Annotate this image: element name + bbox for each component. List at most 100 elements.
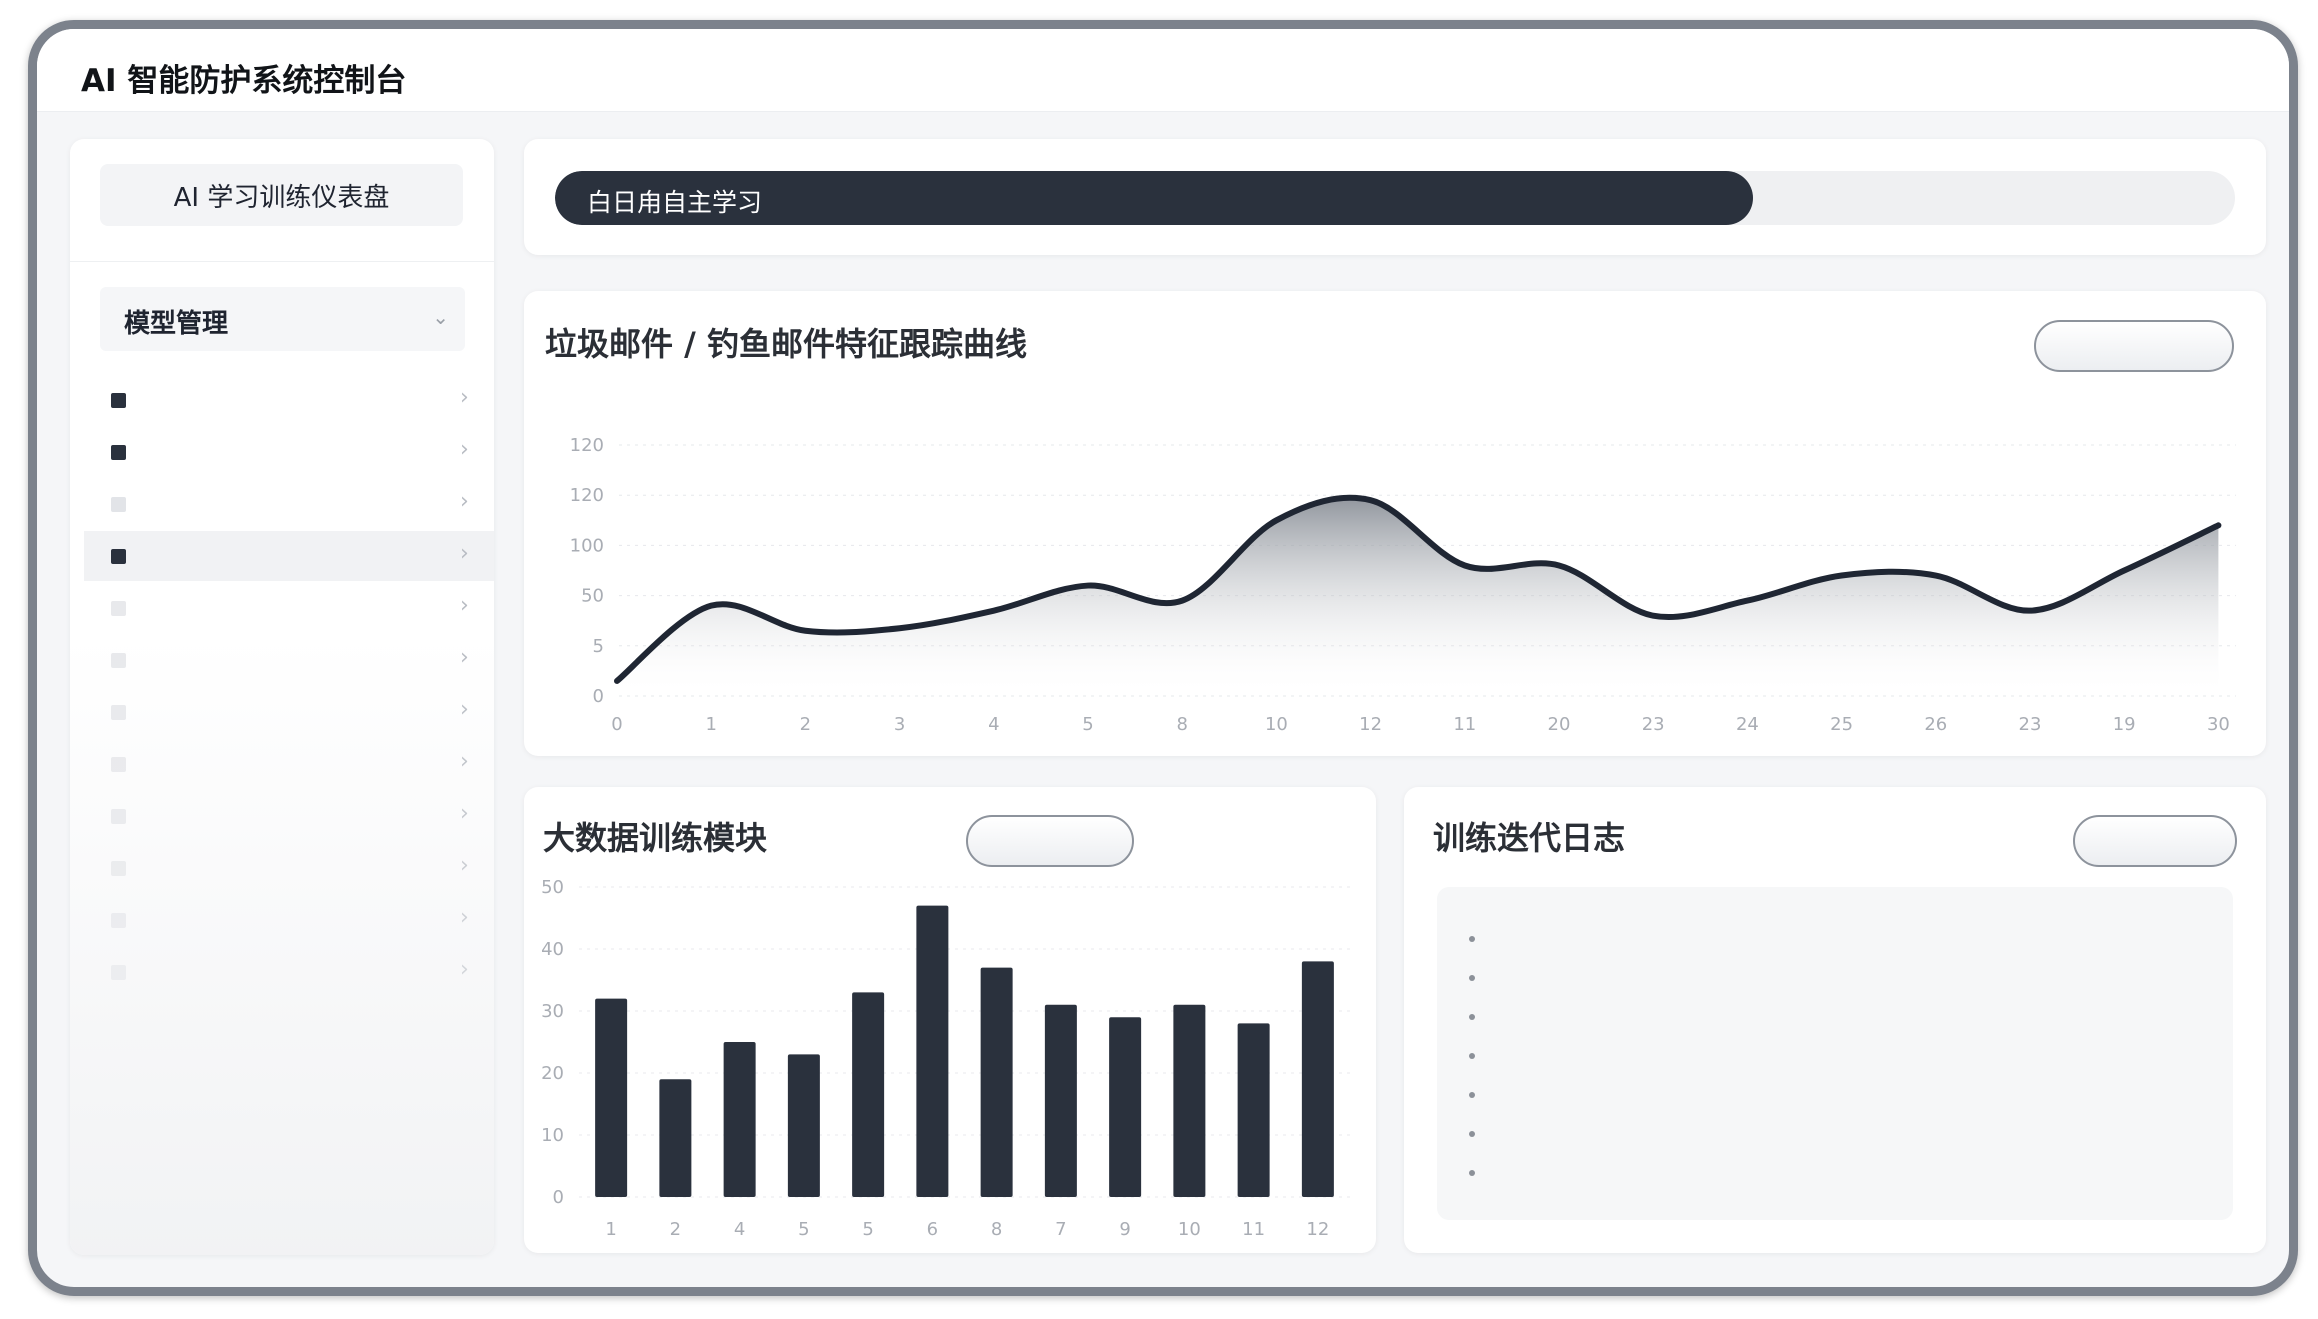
x-tick-label: 25 (1830, 714, 1853, 735)
bar (916, 905, 949, 1197)
bar-chart: 010203040501 2 4 5 5 6 8 7 9 10 11 12 (541, 877, 1350, 1240)
sidebar-nav-item[interactable]: › (84, 635, 494, 685)
log-entry-bullet (1469, 975, 1475, 981)
sidebar-nav-item[interactable]: › (84, 947, 494, 997)
sidebar-nav-item[interactable]: › (84, 687, 494, 737)
x-tick-label: 11 (1453, 714, 1476, 735)
chevron-right-icon: › (460, 957, 469, 982)
sidebar-nav-item[interactable]: › (84, 843, 494, 893)
log-entry-bullet (1469, 936, 1475, 942)
x-tick-label: 5 (798, 1219, 809, 1240)
y-tick-label: 50 (541, 877, 564, 898)
log-action-button[interactable] (2073, 815, 2237, 867)
x-tick-label: 4 (734, 1219, 745, 1240)
title-bar: AI 智能防护系统控制台 (37, 29, 2289, 112)
sidebar-nav-item[interactable]: › (84, 479, 494, 529)
bar (787, 1054, 820, 1197)
x-tick-label: 1 (605, 1219, 616, 1240)
sidebar-nav-item[interactable]: › (84, 895, 494, 945)
log-list (1437, 887, 2233, 1220)
log-entry-bullet (1469, 1014, 1475, 1020)
y-tick-label: 40 (541, 939, 564, 960)
model-management-label: 模型管理 (124, 309, 229, 339)
bar (659, 1079, 692, 1197)
square-icon (111, 705, 126, 720)
chevron-right-icon: › (460, 749, 469, 774)
x-tick-label: 23 (2019, 714, 2042, 735)
y-tick-label: 120 (570, 485, 604, 506)
chevron-right-icon: › (460, 801, 469, 826)
log-entry-bullet (1469, 1170, 1475, 1176)
x-tick-label: 2 (670, 1219, 681, 1240)
area-fill (617, 497, 2219, 696)
x-tick-label: 7 (1055, 1219, 1066, 1240)
chevron-right-icon: › (460, 645, 469, 670)
bar (1301, 961, 1334, 1197)
square-icon (111, 861, 126, 876)
y-tick-label: 30 (541, 1001, 564, 1022)
bar (1109, 1017, 1142, 1197)
sidebar-nav-item[interactable]: › (84, 583, 494, 633)
y-tick-label: 20 (541, 1063, 564, 1084)
chevron-right-icon: › (460, 385, 469, 410)
sidebar-nav-item[interactable]: › (84, 739, 494, 789)
app-title: AI 智能防护系统控制台 (81, 63, 407, 99)
model-management-menu[interactable]: 模型管理 ⌄ (100, 287, 465, 351)
app-window: AI 智能防护系统控制台 AI 学习训练仪表盘 模型管理 ⌄ › › › › › › › › ›… (28, 20, 2298, 1296)
chevron-right-icon: › (460, 593, 469, 618)
bar (980, 967, 1013, 1197)
square-icon (111, 913, 126, 928)
chevron-right-icon: › (460, 905, 469, 930)
square-icon (111, 965, 126, 980)
sidebar-nav-item[interactable]: › (84, 375, 494, 425)
x-tick-label: 19 (2113, 714, 2136, 735)
y-tick-label: 120 (570, 435, 604, 456)
x-tick-label: 26 (1924, 714, 1947, 735)
x-tick-label: 8 (1176, 714, 1187, 735)
x-tick-label: 1 (705, 714, 716, 735)
x-tick-label: 24 (1736, 714, 1759, 735)
x-tick-label: 10 (1178, 1219, 1201, 1240)
square-icon (111, 549, 126, 564)
y-tick-label: 50 (581, 586, 604, 607)
line-chart: 05501001201200 1 2 3 4 5 8 10 12 11 20 23 24 25 26 23 19… (570, 435, 2236, 735)
chevron-right-icon: › (460, 541, 469, 566)
log-entry-bullet (1469, 1053, 1475, 1059)
feature-tracking-card: 垃圾邮件 / 钓鱼邮件特征跟踪曲线 0 5 50 100 120 120 0 1 2 3 4 5 8 10… (524, 291, 2266, 756)
log-title: 训练迭代日志 (1433, 819, 1626, 857)
y-tick-label: 100 (570, 535, 604, 556)
bar (1044, 1004, 1077, 1197)
sidebar: AI 学习训练仪表盘 模型管理 ⌄ › › › › › › › › › › › › (70, 139, 494, 1255)
sidebar-divider (70, 261, 494, 262)
x-tick-label: 5 (862, 1219, 873, 1240)
progress-card: 白日甪自主学习 (524, 139, 2266, 255)
dashboard-button[interactable]: AI 学习训练仪表盘 (100, 164, 463, 226)
square-icon (111, 757, 126, 772)
log-entry-bullet (1469, 1131, 1475, 1137)
sidebar-nav-item[interactable]: › (84, 427, 494, 477)
x-tick-label: 2 (800, 714, 811, 735)
chevron-right-icon: › (460, 697, 469, 722)
x-tick-label: 30 (2207, 714, 2230, 735)
sidebar-nav-item[interactable]: › (84, 791, 494, 841)
training-log-card: 训练迭代日志 (1404, 787, 2266, 1253)
square-icon (111, 497, 126, 512)
y-tick-label: 0 (593, 686, 604, 707)
y-tick-label: 0 (553, 1187, 564, 1208)
x-tick-label: 10 (1265, 714, 1288, 735)
square-icon (111, 393, 126, 408)
x-tick-label: 0 (611, 714, 622, 735)
x-tick-label: 12 (1306, 1219, 1329, 1240)
square-icon (111, 809, 126, 824)
bar (1237, 1023, 1270, 1197)
x-tick-label: 23 (1642, 714, 1665, 735)
log-entry-bullet (1469, 1092, 1475, 1098)
bar (723, 1042, 756, 1197)
sidebar-nav-item[interactable]: › (84, 531, 494, 581)
training-progress-bar: 白日甪自主学习 (555, 171, 2235, 225)
chevron-right-icon: › (460, 489, 469, 514)
y-tick-label: 10 (541, 1125, 564, 1146)
x-tick-label: 9 (1119, 1219, 1130, 1240)
x-tick-label: 8 (991, 1219, 1002, 1240)
square-icon (111, 653, 126, 668)
